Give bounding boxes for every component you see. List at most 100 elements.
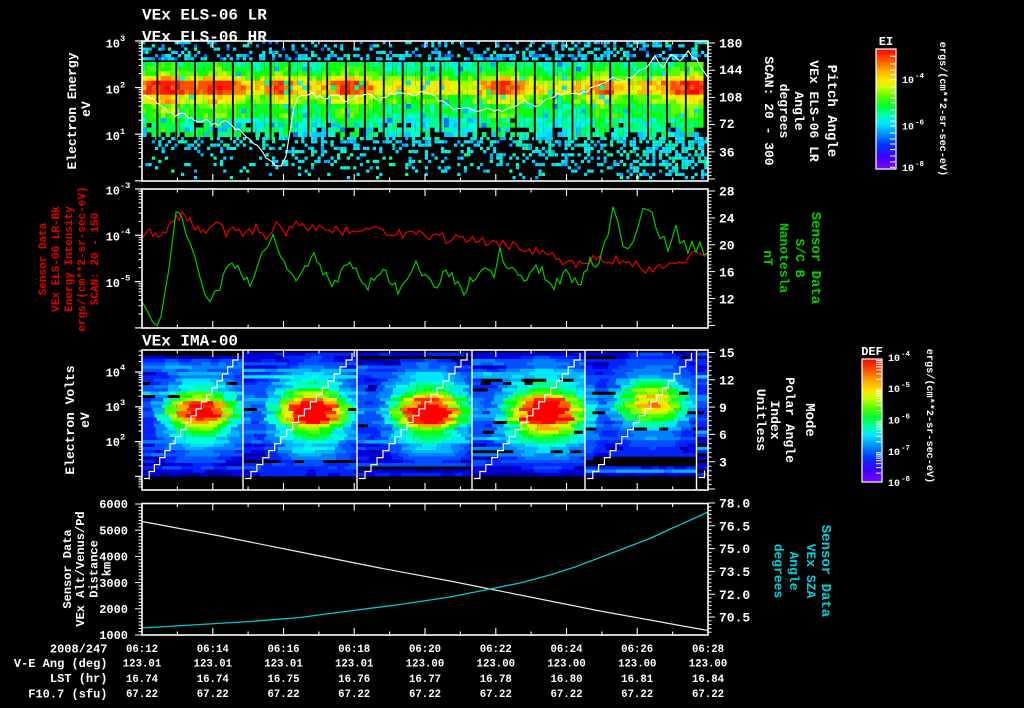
svg-text:ergs/(cm**2-sr-sec-eV): ergs/(cm**2-sr-sec-eV) bbox=[77, 186, 89, 331]
svg-text:Unitless: Unitless bbox=[753, 389, 768, 452]
svg-text:16: 16 bbox=[719, 266, 735, 281]
svg-text:ergs/(cm**2-sr-sec-eV): ergs/(cm**2-sr-sec-eV) bbox=[936, 42, 948, 177]
svg-text:eV: eV bbox=[78, 412, 93, 428]
svg-text:VEx ELS-06 HR: VEx ELS-06 HR bbox=[142, 29, 267, 47]
svg-text:16.84: 16.84 bbox=[692, 674, 725, 686]
svg-text:-7: -7 bbox=[901, 445, 910, 453]
svg-text:-4: -4 bbox=[901, 351, 911, 359]
svg-text:67.22: 67.22 bbox=[550, 689, 582, 701]
svg-text:06:26: 06:26 bbox=[621, 644, 653, 656]
svg-text:16.74: 16.74 bbox=[197, 674, 230, 686]
svg-text:06:14: 06:14 bbox=[197, 644, 230, 656]
svg-text:-8: -8 bbox=[915, 161, 925, 169]
svg-text:Mode: Mode bbox=[801, 403, 817, 437]
svg-text:16.81: 16.81 bbox=[621, 674, 653, 686]
svg-text:123.01: 123.01 bbox=[194, 659, 232, 671]
svg-text:24: 24 bbox=[719, 212, 735, 227]
svg-text:-5: -5 bbox=[120, 274, 130, 284]
svg-text:2000: 2000 bbox=[99, 603, 128, 617]
svg-text:Sensor Data: Sensor Data bbox=[61, 529, 75, 608]
svg-text:123.00: 123.00 bbox=[689, 659, 727, 671]
svg-text:Polar Angle: Polar Angle bbox=[782, 377, 797, 463]
svg-text:73.5: 73.5 bbox=[719, 565, 750, 580]
svg-text:ergs/(cm**2-sr-sec-eV): ergs/(cm**2-sr-sec-eV) bbox=[923, 349, 935, 484]
svg-text:Pitch Angle: Pitch Angle bbox=[823, 65, 839, 157]
svg-text:VEx ELS-06 LR-Bk: VEx ELS-06 LR-Bk bbox=[51, 206, 63, 312]
svg-text:-6: -6 bbox=[901, 414, 911, 422]
svg-text:5000: 5000 bbox=[99, 524, 128, 538]
svg-text:10: 10 bbox=[902, 164, 914, 175]
svg-text:12: 12 bbox=[719, 292, 735, 307]
svg-text:Nanotesla: Nanotesla bbox=[776, 223, 791, 293]
svg-text:3000: 3000 bbox=[99, 577, 128, 591]
svg-text:3: 3 bbox=[719, 455, 727, 470]
svg-text:-3: -3 bbox=[120, 181, 130, 191]
svg-text:degrees: degrees bbox=[776, 84, 791, 139]
svg-text:16.74: 16.74 bbox=[126, 674, 159, 686]
svg-text:DEF: DEF bbox=[861, 345, 883, 359]
svg-text:VEx SZA: VEx SZA bbox=[803, 544, 818, 599]
svg-text:70.5: 70.5 bbox=[719, 611, 750, 626]
svg-text:VEx Alt/Venus/Pd: VEx Alt/Venus/Pd bbox=[74, 511, 88, 626]
svg-text:2: 2 bbox=[120, 80, 125, 90]
svg-text:16.75: 16.75 bbox=[267, 674, 299, 686]
svg-text:EI: EI bbox=[879, 35, 893, 49]
svg-text:06:22: 06:22 bbox=[480, 644, 512, 656]
svg-text:16.78: 16.78 bbox=[480, 674, 512, 686]
svg-text:67.22: 67.22 bbox=[267, 689, 299, 701]
svg-text:67.22: 67.22 bbox=[692, 689, 724, 701]
svg-text:180: 180 bbox=[719, 37, 743, 52]
svg-text:Sensor Data: Sensor Data bbox=[38, 222, 50, 295]
svg-text:V-E Ang (deg): V-E Ang (deg) bbox=[14, 657, 108, 671]
svg-text:123.01: 123.01 bbox=[335, 659, 373, 671]
svg-text:LST (hr): LST (hr) bbox=[50, 672, 108, 686]
svg-text:15: 15 bbox=[719, 346, 735, 361]
svg-text:72.0: 72.0 bbox=[719, 588, 750, 603]
svg-text:123.01: 123.01 bbox=[123, 659, 161, 671]
svg-text:9: 9 bbox=[719, 401, 727, 416]
svg-text:06:28: 06:28 bbox=[692, 644, 724, 656]
svg-text:SCAN: 20 - 150: SCAN: 20 - 150 bbox=[90, 213, 102, 305]
svg-text:Index: Index bbox=[767, 400, 782, 439]
svg-text:1000: 1000 bbox=[99, 629, 128, 643]
svg-text:20: 20 bbox=[719, 239, 735, 254]
svg-text:28: 28 bbox=[719, 185, 735, 200]
svg-text:10: 10 bbox=[106, 401, 120, 415]
svg-text:Sensor Data: Sensor Data bbox=[817, 525, 833, 618]
svg-text:06:16: 06:16 bbox=[267, 644, 299, 656]
svg-text:67.22: 67.22 bbox=[621, 689, 653, 701]
svg-text:10: 10 bbox=[888, 385, 900, 396]
svg-text:10: 10 bbox=[106, 366, 120, 380]
svg-text:-4: -4 bbox=[915, 73, 925, 81]
svg-text:10: 10 bbox=[106, 436, 120, 450]
svg-text:10: 10 bbox=[106, 184, 120, 198]
svg-text:76.5: 76.5 bbox=[719, 519, 750, 534]
svg-text:6: 6 bbox=[719, 428, 727, 443]
svg-text:67.22: 67.22 bbox=[338, 689, 370, 701]
svg-text:Angle: Angle bbox=[786, 551, 801, 590]
svg-text:4: 4 bbox=[120, 363, 125, 373]
svg-text:-6: -6 bbox=[915, 120, 925, 128]
svg-text:3: 3 bbox=[120, 34, 125, 44]
svg-text:Electron Energy: Electron Energy bbox=[65, 52, 80, 169]
svg-text:10: 10 bbox=[106, 130, 120, 144]
svg-text:16.77: 16.77 bbox=[409, 674, 441, 686]
svg-text:10: 10 bbox=[888, 448, 900, 459]
svg-text:10: 10 bbox=[106, 277, 120, 291]
svg-text:km: km bbox=[101, 562, 115, 576]
svg-text:16.80: 16.80 bbox=[550, 674, 582, 686]
svg-text:2: 2 bbox=[120, 433, 125, 443]
svg-text:Angle: Angle bbox=[791, 91, 806, 130]
svg-text:10: 10 bbox=[106, 231, 120, 245]
svg-text:10: 10 bbox=[106, 37, 120, 51]
svg-text:67.22: 67.22 bbox=[409, 689, 441, 701]
svg-text:12: 12 bbox=[719, 373, 735, 388]
svg-text:10: 10 bbox=[106, 84, 120, 98]
svg-text:123.00: 123.00 bbox=[406, 659, 444, 671]
svg-text:10: 10 bbox=[888, 354, 900, 365]
svg-text:10: 10 bbox=[902, 76, 914, 87]
svg-text:67.22: 67.22 bbox=[197, 689, 229, 701]
svg-text:06:18: 06:18 bbox=[338, 644, 370, 656]
svg-text:36: 36 bbox=[719, 145, 735, 160]
svg-text:10: 10 bbox=[902, 123, 914, 134]
